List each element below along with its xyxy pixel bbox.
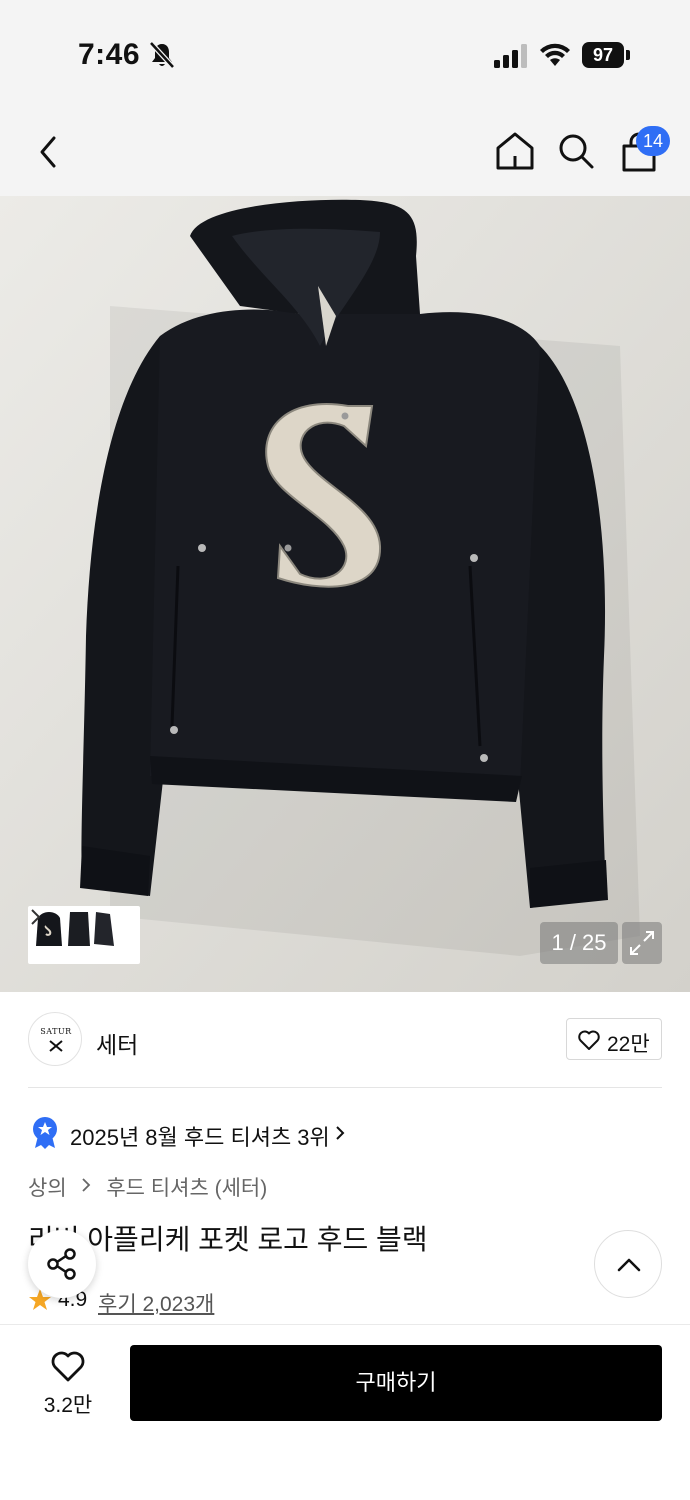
expand-icon [630,931,654,955]
share-icon [47,1248,76,1280]
thumbnail-hoodie-back[interactable] [66,906,92,948]
chevron-right-icon [82,1177,91,1192]
status-bar: 7:46 97 [0,0,690,110]
wishlist-heart-icon[interactable] [50,1349,86,1383]
share-button[interactable] [28,1230,96,1298]
battery-icon: 97 [582,42,630,68]
ranking-link[interactable]: 2025년 8월 후드 티셔츠 3위 [28,1116,668,1152]
breadcrumb: 상의 후드 티셔츠 (세터) [28,1172,267,1202]
brand-like-button[interactable]: 22만 [566,1018,662,1060]
review-count-link[interactable]: 후기 2,023개 [98,1288,214,1318]
top-nav-bar: 14 [0,110,690,196]
cart-count-badge: 14 [636,126,670,156]
breadcrumb-subcategory[interactable]: 후드 티셔츠 (세터) [106,1172,267,1202]
buy-button[interactable]: 구매하기 [130,1345,662,1421]
wishlist-count: 3.2만 [43,1394,93,1417]
thumbnail-strip[interactable] [28,906,140,964]
ranking-badge-icon [33,1117,57,1149]
chevron-up-icon [617,1258,641,1272]
image-counter: 1 / 25 [540,922,618,964]
bottom-action-bar: 3.2만 구매하기 [0,1324,690,1500]
home-icon[interactable] [494,130,536,172]
wifi-icon [540,43,570,66]
search-icon[interactable] [556,130,596,172]
chevron-right-icon [31,909,41,925]
product-image-gallery[interactable]: 1 / 25 [0,196,690,992]
thumbnail-hoodie-side[interactable] [92,906,116,948]
expand-button[interactable] [622,922,662,964]
cellular-signal-icon [494,44,527,68]
brand-logo-mark [49,1040,63,1052]
ranking-text: 2025년 8월 후드 티셔츠 3위 [70,1125,330,1150]
brand-row: SATUR 세터 22만 [0,992,690,1088]
brand-like-count: 22만 [607,1033,650,1056]
battery-level: 97 [582,42,624,68]
heart-icon [578,1030,600,1050]
bell-off-icon [149,41,175,69]
brand-logo[interactable]: SATUR [28,1012,82,1066]
chevron-right-icon [336,1126,345,1140]
breadcrumb-category[interactable]: 상의 [28,1172,67,1202]
brand-name[interactable]: 세터 [96,1026,138,1060]
product-photo [0,196,690,992]
status-time: 7:46 [78,38,141,71]
scroll-to-top-button[interactable] [594,1230,662,1298]
divider [28,1087,662,1088]
back-icon[interactable] [30,132,66,172]
